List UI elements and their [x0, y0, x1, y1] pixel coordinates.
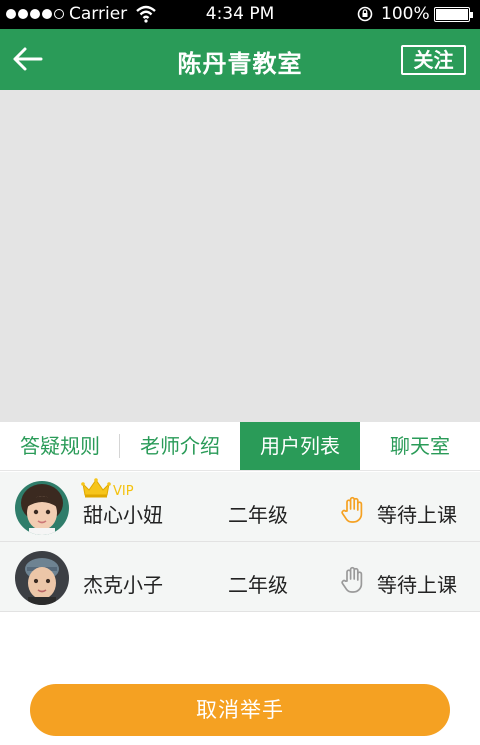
user-list: VIP 甜心小妞 二年级 等待上课 杰克小子 二年级 等待上课 — [0, 472, 480, 612]
boy-avatar — [15, 551, 69, 605]
battery-icon — [434, 7, 473, 22]
user-grade: 二年级 — [228, 503, 288, 527]
user-name: 甜心小妞 — [83, 503, 163, 527]
cancel-raise-hand-button[interactable]: 取消举手 — [30, 684, 450, 736]
user-name: 杰克小子 — [83, 573, 163, 597]
tab-label: 聊天室 — [390, 434, 450, 458]
tab-label: 答疑规则 — [20, 434, 100, 458]
nav-bar: 陈丹青教室 关注 — [0, 29, 480, 90]
tab-chatroom[interactable]: 聊天室 — [360, 422, 480, 470]
tab-teacher-intro[interactable]: 老师介绍 — [120, 422, 240, 470]
tab-user-list[interactable]: 用户列表 — [240, 422, 360, 470]
hand-icon — [341, 566, 363, 593]
user-row[interactable]: VIP 甜心小妞 二年级 等待上课 — [0, 472, 480, 542]
girl-avatar — [15, 481, 69, 535]
user-grade: 二年级 — [228, 573, 288, 597]
tab-qa-rules[interactable]: 答疑规则 — [0, 422, 120, 470]
status-bar: Carrier 4:34 PM 100% — [0, 0, 480, 29]
raised-hand-icon — [341, 496, 363, 523]
user-status: 等待上课 — [377, 573, 457, 597]
user-row[interactable]: 杰克小子 二年级 等待上课 — [0, 542, 480, 612]
rotation-lock-icon — [357, 6, 373, 22]
vip-badge: VIP — [113, 484, 134, 499]
tab-label: 老师介绍 — [140, 434, 220, 458]
video-area[interactable] — [0, 90, 480, 422]
follow-button[interactable]: 关注 — [401, 45, 466, 75]
user-status: 等待上课 — [377, 503, 457, 527]
tab-label: 用户列表 — [260, 434, 340, 458]
crown-icon — [81, 478, 111, 498]
tab-bar: 答疑规则 老师介绍 用户列表 聊天室 — [0, 422, 480, 471]
battery-percent: 100% — [381, 4, 430, 24]
